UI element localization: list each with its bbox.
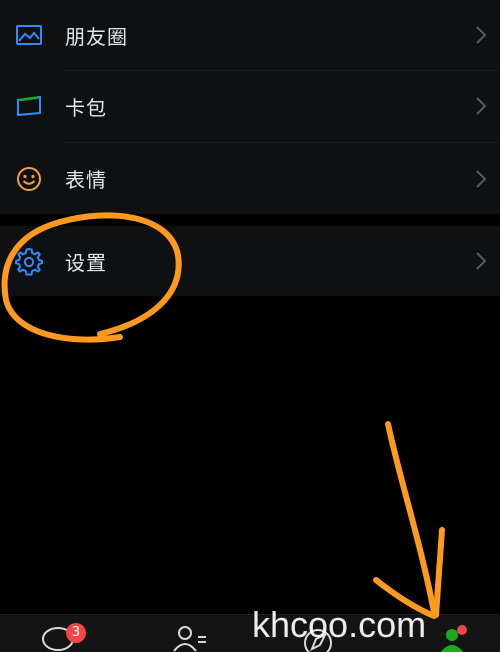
card-wallet-icon [14,91,44,121]
annotation-arrow [385,421,437,615]
album-icon [14,20,44,50]
menu-group-top: 朋友圈 卡包 表情 [0,0,500,214]
chevron-right-icon [476,252,487,270]
watermark: khcoo.com [252,604,427,645]
menu-item-label: 设置 [65,250,107,275]
menu-item-label: 卡包 [65,95,107,120]
menu-item-card-wallet[interactable]: 卡包 [0,71,500,141]
tab-me[interactable] [420,615,480,652]
annotation-arrowhead-right [433,527,445,618]
chevron-right-icon [476,169,487,188]
menu-item-settings[interactable]: 设置 [0,226,500,296]
notification-dot [457,625,467,635]
chevron-right-icon [476,97,487,115]
gear-icon [14,246,44,276]
contacts-icon [173,626,206,652]
chevron-right-icon [476,26,487,44]
menu-group-settings: 设置 [0,226,500,296]
smiley-icon [14,164,44,194]
menu-item-label: 表情 [65,168,107,192]
tab-contacts[interactable] [160,615,220,652]
screen: 朋友圈 卡包 表情 设置 3 khcoo.com [0,0,500,652]
unread-badge: 3 [66,623,86,643]
menu-item-moments[interactable]: 朋友圈 [0,0,500,70]
menu-item-label: 朋友圈 [65,24,128,49]
menu-item-stickers[interactable]: 表情 [0,143,500,214]
